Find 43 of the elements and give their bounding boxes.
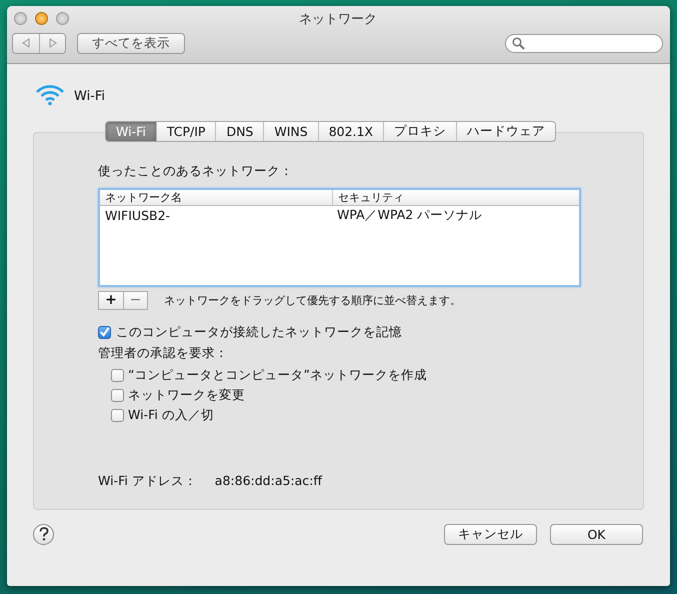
- hint-text: ネットワークをドラッグして優先する順序に並べ替えます。: [164, 293, 461, 308]
- column-header[interactable]: ネットワーク名: [100, 190, 333, 205]
- close-button[interactable]: [14, 12, 27, 24]
- tab[interactable]: TCP/IP: [156, 122, 216, 141]
- minimize-button[interactable]: [35, 12, 48, 24]
- forward-button[interactable]: [39, 34, 65, 52]
- ok-button[interactable]: OK: [550, 524, 643, 544]
- back-button[interactable]: [13, 34, 39, 52]
- search-field[interactable]: [505, 34, 663, 52]
- checkbox-label: Wi-Fi の入／切: [128, 406, 214, 424]
- table-cell-text: WIFIUSB2-: [104, 208, 172, 223]
- cancel-button[interactable]: キャンセル: [444, 524, 537, 544]
- column-header[interactable]: セキュリティ: [333, 190, 404, 205]
- add-button[interactable]: +: [99, 292, 123, 309]
- back-icon: [21, 38, 31, 48]
- checkbox-label: ネットワークを変更: [128, 386, 245, 404]
- address-value: a8:86:dd:a5:ac:ff: [214, 473, 322, 490]
- checkbox[interactable]: [111, 368, 124, 382]
- network-table[interactable]: ネットワーク名 セキュリティ WIFIUSB2- WPA／WPA2 パーソナル: [98, 188, 581, 287]
- checkbox-label: “コンピュータとコンピュータ”ネットワークを作成: [128, 366, 427, 384]
- tab[interactable]: ハードウェア: [457, 122, 556, 141]
- tab[interactable]: DNS: [216, 122, 264, 141]
- forward-icon: [48, 38, 58, 48]
- checkbox[interactable]: [111, 388, 124, 402]
- question-icon: [38, 527, 50, 541]
- tab[interactable]: WINS: [264, 122, 319, 141]
- remove-button[interactable]: −: [123, 292, 147, 309]
- table-cell-text: WPA／WPA2 パーソナル: [336, 207, 482, 224]
- show-all-button[interactable]: すべてを表示: [77, 32, 185, 54]
- table-row[interactable]: WIFIUSB2- WPA／WPA2 パーソナル: [100, 206, 579, 225]
- help-button[interactable]: [33, 524, 54, 544]
- tab[interactable]: 802.1X: [318, 122, 384, 141]
- checkbox[interactable]: [111, 408, 124, 422]
- checkbox[interactable]: [98, 326, 111, 338]
- zoom-button[interactable]: [56, 12, 69, 24]
- search-icon: [512, 36, 525, 50]
- address-label: Wi-Fi アドレス：: [98, 473, 197, 490]
- service-name: Wi-Fi: [74, 88, 106, 104]
- tab[interactable]: プロキシ: [384, 122, 458, 141]
- section-label: 管理者の承認を要求：: [98, 345, 228, 362]
- window-title: ネットワーク: [298, 11, 378, 28]
- section-label: 使ったことのあるネットワーク：: [98, 163, 293, 180]
- checkbox-label: このコンピュータが接続したネットワークを記憶: [116, 324, 402, 340]
